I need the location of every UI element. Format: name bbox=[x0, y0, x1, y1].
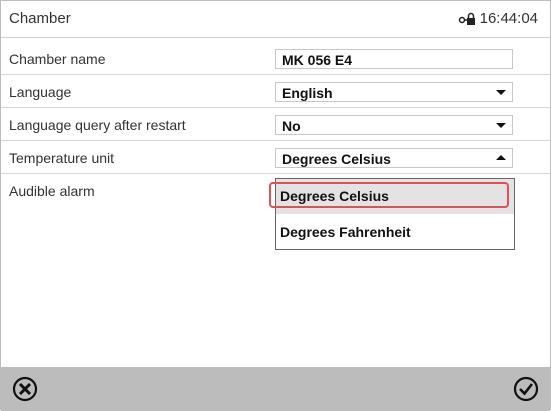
chevron-down-icon bbox=[496, 123, 506, 128]
temperature-unit-value: Degrees Celsius bbox=[282, 151, 391, 167]
cancel-x-circle-icon bbox=[12, 376, 38, 402]
header-bar: Chamber 16:44:04 bbox=[1, 1, 550, 38]
clock-time: 16:44:04 bbox=[479, 10, 538, 27]
language-query-select[interactable]: No bbox=[275, 115, 513, 135]
footer-bar bbox=[1, 367, 550, 411]
chevron-up-icon bbox=[496, 155, 506, 160]
option-label: Degrees Fahrenheit bbox=[280, 224, 411, 240]
network-lock-icon bbox=[458, 12, 476, 26]
status-area: 16:44:04 bbox=[458, 10, 538, 27]
language-query-label: Language query after restart bbox=[9, 117, 186, 133]
page-title: Chamber bbox=[9, 10, 71, 27]
setting-row-language-query: Language query after restart No bbox=[1, 111, 550, 141]
settings-window: Chamber 16:44:04 Chamber name MK 056 E4 … bbox=[0, 0, 551, 411]
option-degrees-fahrenheit[interactable]: Degrees Fahrenheit bbox=[276, 215, 514, 250]
setting-row-language: Language English bbox=[1, 78, 550, 108]
language-query-value: No bbox=[282, 118, 301, 134]
chamber-name-field[interactable]: MK 056 E4 bbox=[275, 49, 513, 69]
language-select[interactable]: English bbox=[275, 82, 513, 102]
chevron-down-icon bbox=[496, 90, 506, 95]
temperature-unit-select[interactable]: Degrees Celsius bbox=[275, 148, 513, 168]
setting-row-temperature-unit: Temperature unit Degrees Celsius bbox=[1, 144, 550, 174]
option-degrees-celsius[interactable]: Degrees Celsius bbox=[269, 179, 514, 214]
chamber-name-value: MK 056 E4 bbox=[282, 52, 353, 68]
chamber-name-label: Chamber name bbox=[9, 51, 106, 67]
temperature-unit-label: Temperature unit bbox=[9, 150, 115, 166]
confirm-button[interactable] bbox=[512, 375, 540, 403]
setting-row-chamber-name: Chamber name MK 056 E4 bbox=[1, 45, 550, 75]
temperature-unit-dropdown: Degrees Celsius Degrees Fahrenheit bbox=[269, 178, 515, 250]
language-label: Language bbox=[9, 84, 72, 100]
language-value: English bbox=[282, 85, 333, 101]
confirm-check-circle-icon bbox=[513, 376, 539, 402]
selection-highlight bbox=[269, 182, 509, 208]
cancel-button[interactable] bbox=[11, 375, 39, 403]
audible-alarm-label: Audible alarm bbox=[9, 183, 95, 199]
